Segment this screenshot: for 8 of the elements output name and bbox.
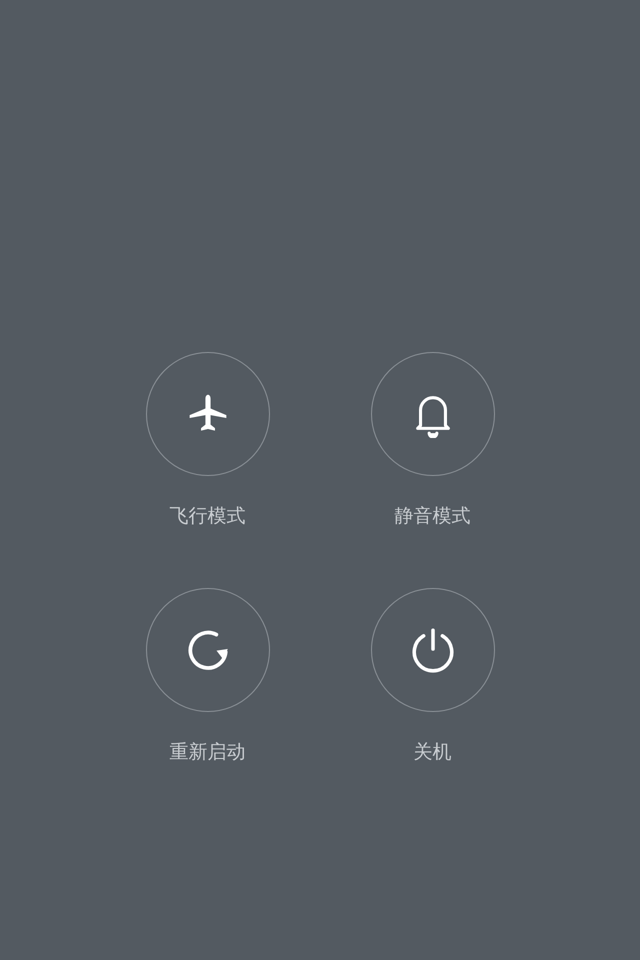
action-button[interactable] — [370, 588, 494, 712]
action-button[interactable] — [370, 352, 494, 476]
action-label: 静音模式 — [394, 504, 470, 529]
action-label: 重新启动 — [170, 740, 246, 765]
action-label: 关机 — [414, 740, 452, 765]
action-button[interactable] — [146, 352, 270, 476]
action-button[interactable] — [146, 588, 270, 712]
action-label: 飞行模式 — [170, 504, 246, 529]
